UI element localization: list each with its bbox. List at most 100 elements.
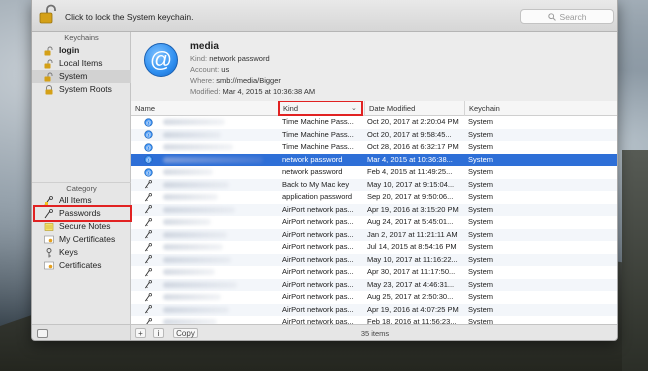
table-row[interactable]: Back to My Mac key May 10, 2017 at 9:15:0… [131,178,617,191]
items-table: Name Kind Date Modified Keychain ⌄ @ Time… [131,101,617,324]
cell-date-modified: Jan 2, 2017 at 11:21:11 AM [367,229,458,239]
password-key-icon [144,305,152,314]
table-row[interactable]: @ network password Feb 4, 2015 at 11:49:25… [131,166,617,179]
cell-kind: AirPort network pas... [282,254,354,264]
sidebar-item-local-items[interactable]: Local Items [32,57,131,70]
password-key-icon [144,205,152,214]
column-header-name[interactable]: Name [131,101,278,116]
detail-kind: Kind: network password [190,54,270,63]
redacted-name [163,156,263,163]
mountain-edge [622,150,648,371]
network-globe-icon: @ [144,142,153,152]
sidebar-item-my-certificates[interactable]: My Certificates [32,233,131,246]
password-key-icon [144,180,152,189]
table-row[interactable]: AirPort network pas... Jul 14, 2015 at 8:… [131,241,617,254]
table-row[interactable]: AirPort network pas... Feb 18, 2016 at 11… [131,316,617,324]
toggle-sidebar-button[interactable] [37,329,48,338]
sidebar-item-login[interactable]: login [32,44,131,57]
cell-keychain: System [468,254,494,264]
cell-date-modified: May 10, 2017 at 11:16:22... [367,254,458,264]
table-row[interactable]: AirPort network pas... Aug 24, 2017 at 5:… [131,216,617,229]
table-row[interactable]: AirPort network pas... Jan 2, 2017 at 11:… [131,228,617,241]
cell-kind: AirPort network pas... [282,279,354,289]
locked-lock-icon [45,85,53,95]
key-icon [46,248,52,258]
certificate-icon [44,235,54,244]
svg-text:@: @ [146,132,151,138]
table-row[interactable]: AirPort network pas... Aug 25, 2017 at 2:… [131,291,617,304]
cell-date-modified: May 10, 2017 at 9:15:04... [367,179,455,189]
table-row[interactable]: AirPort network pas... May 10, 2017 at 11… [131,253,617,266]
redacted-name [163,306,229,313]
item-count: 35 items [360,329,390,338]
cell-date-modified: Jul 14, 2015 at 8:54:16 PM [367,242,457,251]
password-key-icon [144,280,152,289]
sidebar-item-label: Local Items [59,58,103,68]
network-globe-icon: @ [144,155,153,164]
cell-keychain: System [468,267,494,276]
column-header-date-modified[interactable]: Date Modified [364,101,464,116]
table-body: @ Time Machine Pass... Oct 20, 2017 at 2:2… [131,116,617,324]
search-field[interactable]: Search [520,9,614,24]
cell-kind: AirPort network pas... [282,304,354,314]
cell-keychain: System [468,117,494,126]
table-row[interactable]: @ network password Mar 4, 2015 at 10:36:38… [131,153,617,166]
cell-date-modified: May 23, 2017 at 4:46:31... [367,279,455,289]
sidebar-item-label: System [59,71,88,81]
redacted-name [163,256,231,263]
search-placeholder: Search [559,11,587,22]
cell-date-modified: Feb 18, 2016 at 11:56:23... [367,317,457,324]
redacted-name [163,181,229,188]
svg-text:@: @ [146,120,151,126]
table-row[interactable]: AirPort network pas... Apr 30, 2017 at 11… [131,266,617,279]
unlocked-lock-icon[interactable] [39,4,57,24]
password-key-icon [144,192,152,201]
column-header-keychain[interactable]: Keychain [464,101,617,116]
sidebar-item-label: login [59,45,80,55]
sidebar-item-system[interactable]: System [32,70,131,83]
redacted-name [163,119,225,125]
unlocked-lock-icon [44,72,53,82]
cell-keychain: System [468,192,494,201]
cell-keychain: System [468,242,494,251]
cell-date-modified: Aug 24, 2017 at 5:45:01... [367,217,454,226]
sidebar-item-system-roots[interactable]: System Roots [32,83,131,96]
svg-text:@: @ [146,157,151,163]
sidebar-item-keys[interactable]: Keys [32,246,131,259]
redacted-name [163,144,233,150]
cell-keychain: System [468,129,494,139]
cell-keychain: System [468,217,494,226]
keychain-access-window: Click to lock the System keychain. Searc… [31,0,618,341]
sidebar-item-certificates[interactable]: Certificates [32,259,131,272]
table-row[interactable]: @ Time Machine Pass... Oct 28, 2016 at 6:3… [131,141,617,154]
redacted-name [163,131,221,138]
keychains-header: Keychains [64,33,99,42]
redacted-name [163,231,227,238]
redacted-name [163,281,237,288]
redacted-name [163,194,218,200]
table-row[interactable]: AirPort network pas... Apr 19, 2016 at 3:… [131,203,617,216]
password-key-icon [144,292,152,301]
table-row[interactable]: AirPort network pas... May 23, 2017 at 4:… [131,278,617,291]
detail-kind-value: network password [209,54,270,63]
cell-keychain: System [468,204,494,214]
cell-kind: Time Machine Pass... [282,142,354,151]
redacted-name [163,269,215,275]
table-row[interactable]: @ Time Machine Pass... Oct 20, 2017 at 2:2… [131,116,617,129]
cell-keychain: System [468,179,494,189]
password-key-icon [144,267,152,276]
detail-where-value: smb://media/Bigger [216,76,281,85]
cell-date-modified: Apr 30, 2017 at 11:17:50... [367,267,456,276]
sidebar-item-label: System Roots [59,84,112,94]
sidebar-item-label: My Certificates [59,234,116,244]
table-row[interactable]: @ Time Machine Pass... Oct 20, 2017 at 9:5… [131,128,617,141]
cell-kind: AirPort network pas... [282,292,354,301]
detail-account-value: us [221,65,230,74]
table-row[interactable]: AirPort network pas... Apr 19, 2016 at 4:… [131,303,617,316]
search-icon [547,12,556,21]
table-row[interactable]: application password Sep 20, 2017 at 9:50… [131,191,617,204]
detail-modified-value: Mar 4, 2015 at 10:36:38 AM [222,87,316,96]
detail-modified-label: Modified: [190,87,221,96]
cell-keychain: System [468,292,494,301]
cell-kind: AirPort network pas... [282,317,354,324]
